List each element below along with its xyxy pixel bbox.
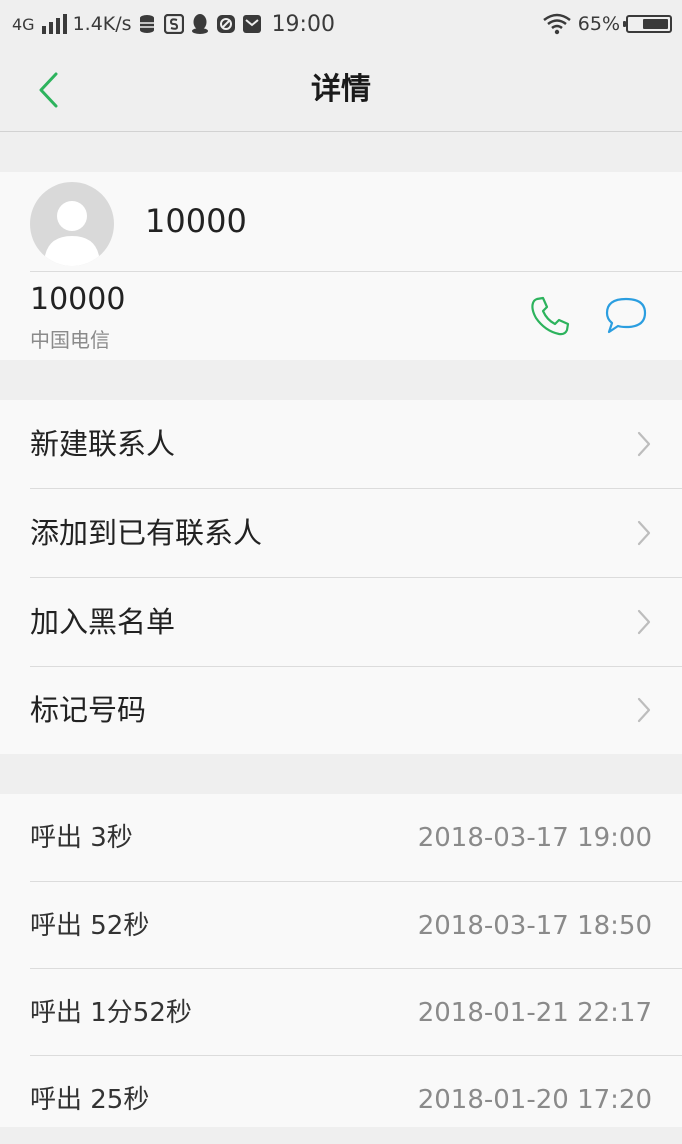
chat-bubble-icon — [605, 297, 647, 334]
action-label: 新建联系人 — [30, 427, 176, 461]
action-label: 加入黑名单 — [30, 605, 176, 639]
avatar[interactable] — [30, 182, 114, 266]
page-title: 详情 — [311, 72, 371, 107]
battery-icon — [623, 15, 672, 33]
action-add-to-existing[interactable]: 添加到已有联系人 — [0, 489, 682, 577]
call-type: 呼出 52秒 — [30, 911, 150, 941]
app-s-icon — [163, 14, 184, 34]
call-type: 呼出 3秒 — [30, 823, 133, 853]
call-type: 呼出 1分52秒 — [30, 998, 192, 1028]
qq-icon — [190, 13, 210, 35]
call-time: 2018-03-17 19:00 — [417, 823, 652, 853]
data-usage-icon — [138, 14, 158, 34]
battery-fill — [643, 19, 668, 29]
contact-name: 10000 — [145, 202, 247, 240]
chevron-right-icon — [637, 431, 651, 457]
phone-icon — [531, 296, 570, 336]
call-time: 2018-01-20 17:20 — [417, 1085, 652, 1115]
call-time: 2018-01-21 22:17 — [417, 998, 652, 1028]
contact-card: 10000 10000 中国电信 — [0, 172, 682, 360]
action-blacklist[interactable]: 加入黑名单 — [0, 578, 682, 666]
call-time: 2018-03-17 18:50 — [417, 911, 652, 941]
status-bar-left: 4G 1.4K/s 19:00 — [12, 10, 335, 38]
message-button[interactable] — [600, 290, 652, 342]
call-history-row[interactable]: 呼出 25秒 2018-01-20 17:20 — [0, 1056, 682, 1127]
action-label: 标记号码 — [30, 693, 147, 727]
battery-percent: 65% — [577, 13, 620, 35]
call-button[interactable] — [524, 290, 576, 342]
call-type: 呼出 25秒 — [30, 1085, 150, 1115]
status-bar-right: 65% — [542, 10, 672, 38]
call-history-row[interactable]: 呼出 3秒 2018-03-17 19:00 — [0, 794, 682, 882]
wifi-icon — [542, 13, 572, 35]
action-mark-number[interactable]: 标记号码 — [0, 666, 682, 754]
call-history-card: 呼出 3秒 2018-03-17 19:00 呼出 52秒 2018-03-17… — [0, 794, 682, 1127]
network-speed: 1.4K/s — [72, 13, 132, 35]
phone-number[interactable]: 10000 — [30, 282, 125, 317]
action-label: 添加到已有联系人 — [30, 516, 263, 550]
actions-card: 新建联系人 添加到已有联系人 加入黑名单 标记号码 — [0, 400, 682, 754]
call-history-row[interactable]: 呼出 52秒 2018-03-17 18:50 — [0, 882, 682, 970]
divider — [30, 271, 682, 272]
mail-icon — [242, 14, 262, 34]
chevron-right-icon — [637, 609, 651, 635]
network-type: 4G — [12, 14, 35, 34]
chevron-right-icon — [637, 697, 651, 723]
browser-icon — [216, 14, 236, 34]
app-bar: 详情 — [0, 48, 682, 132]
status-bar: 4G 1.4K/s 19:00 65% — [0, 0, 682, 48]
default-person-icon — [44, 201, 100, 266]
action-new-contact[interactable]: 新建联系人 — [0, 400, 682, 488]
carrier-label: 中国电信 — [30, 328, 110, 352]
signal-icon — [41, 14, 67, 34]
call-history-row[interactable]: 呼出 1分52秒 2018-01-21 22:17 — [0, 969, 682, 1057]
clock: 19:00 — [271, 11, 335, 37]
chevron-right-icon — [637, 520, 651, 546]
